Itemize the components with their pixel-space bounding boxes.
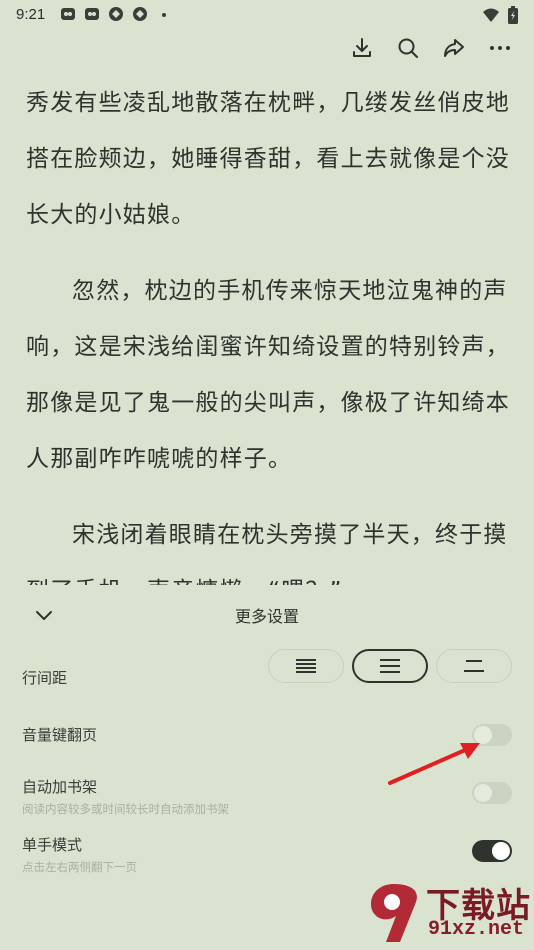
line-spacing-normal-button[interactable] (352, 649, 428, 683)
panel-header: 更多设置 (0, 585, 534, 643)
share-icon[interactable] (442, 36, 466, 60)
line-spacing-loose-icon (464, 660, 484, 672)
app-notification-icon (60, 6, 76, 22)
app-notification-icon (132, 6, 148, 22)
app-notification-icon (108, 6, 124, 22)
watermark-url: 91xz.net (428, 918, 525, 941)
search-icon[interactable] (396, 36, 420, 60)
status-bar: 9:21 (0, 0, 534, 30)
app-notification-icon (84, 6, 100, 22)
wifi-icon (482, 7, 500, 27)
line-spacing-dense-button[interactable] (268, 649, 344, 683)
line-spacing-options (268, 649, 512, 683)
reader-content[interactable]: 秀发有些凌乱地散落在枕畔，几缕发丝俏皮地搭在脸颊边，她睡得香甜，看上去就像是个没… (26, 75, 510, 587)
reader-paragraph: 秀发有些凌乱地散落在枕畔，几缕发丝俏皮地搭在脸颊边，她睡得香甜，看上去就像是个没… (26, 90, 510, 228)
status-notification-icons (60, 6, 172, 22)
line-spacing-normal-icon (380, 659, 400, 673)
one-hand-mode-label: 单手模式 (22, 836, 83, 854)
line-spacing-row: 行间距 (22, 649, 512, 688)
download-icon[interactable] (350, 36, 374, 60)
one-hand-mode-row: 单手模式 点击左右两侧翻下一页 (22, 834, 512, 875)
line-spacing-loose-button[interactable] (436, 649, 512, 683)
reader-toolbar (350, 36, 512, 60)
toggle-knob (492, 842, 510, 860)
status-right-icons (482, 6, 518, 28)
auto-add-shelf-description: 阅读内容较多或时间较长时自动添加书架 (22, 802, 229, 816)
panel-title: 更多设置 (234, 607, 299, 626)
reader-paragraph: 宋浅闭着眼睛在枕头旁摸了半天，终于摸到了手机，声音慵懒，“喂？” (26, 522, 508, 587)
annotation-arrow (388, 743, 480, 785)
more-icon[interactable] (488, 36, 512, 60)
status-time: 9:21 (16, 6, 46, 23)
watermark: 下载站 91xz.net (364, 870, 534, 950)
battery-icon (508, 6, 518, 28)
reader-paragraph: 忽然，枕边的手机传来惊天地泣鬼神的声响，这是宋浅给闺蜜许知绮设置的特别铃声，那像… (26, 278, 510, 472)
dot-icon (156, 6, 172, 22)
one-hand-mode-toggle[interactable] (472, 840, 512, 862)
watermark-logo-icon (370, 884, 417, 942)
line-spacing-dense-icon (296, 659, 316, 673)
